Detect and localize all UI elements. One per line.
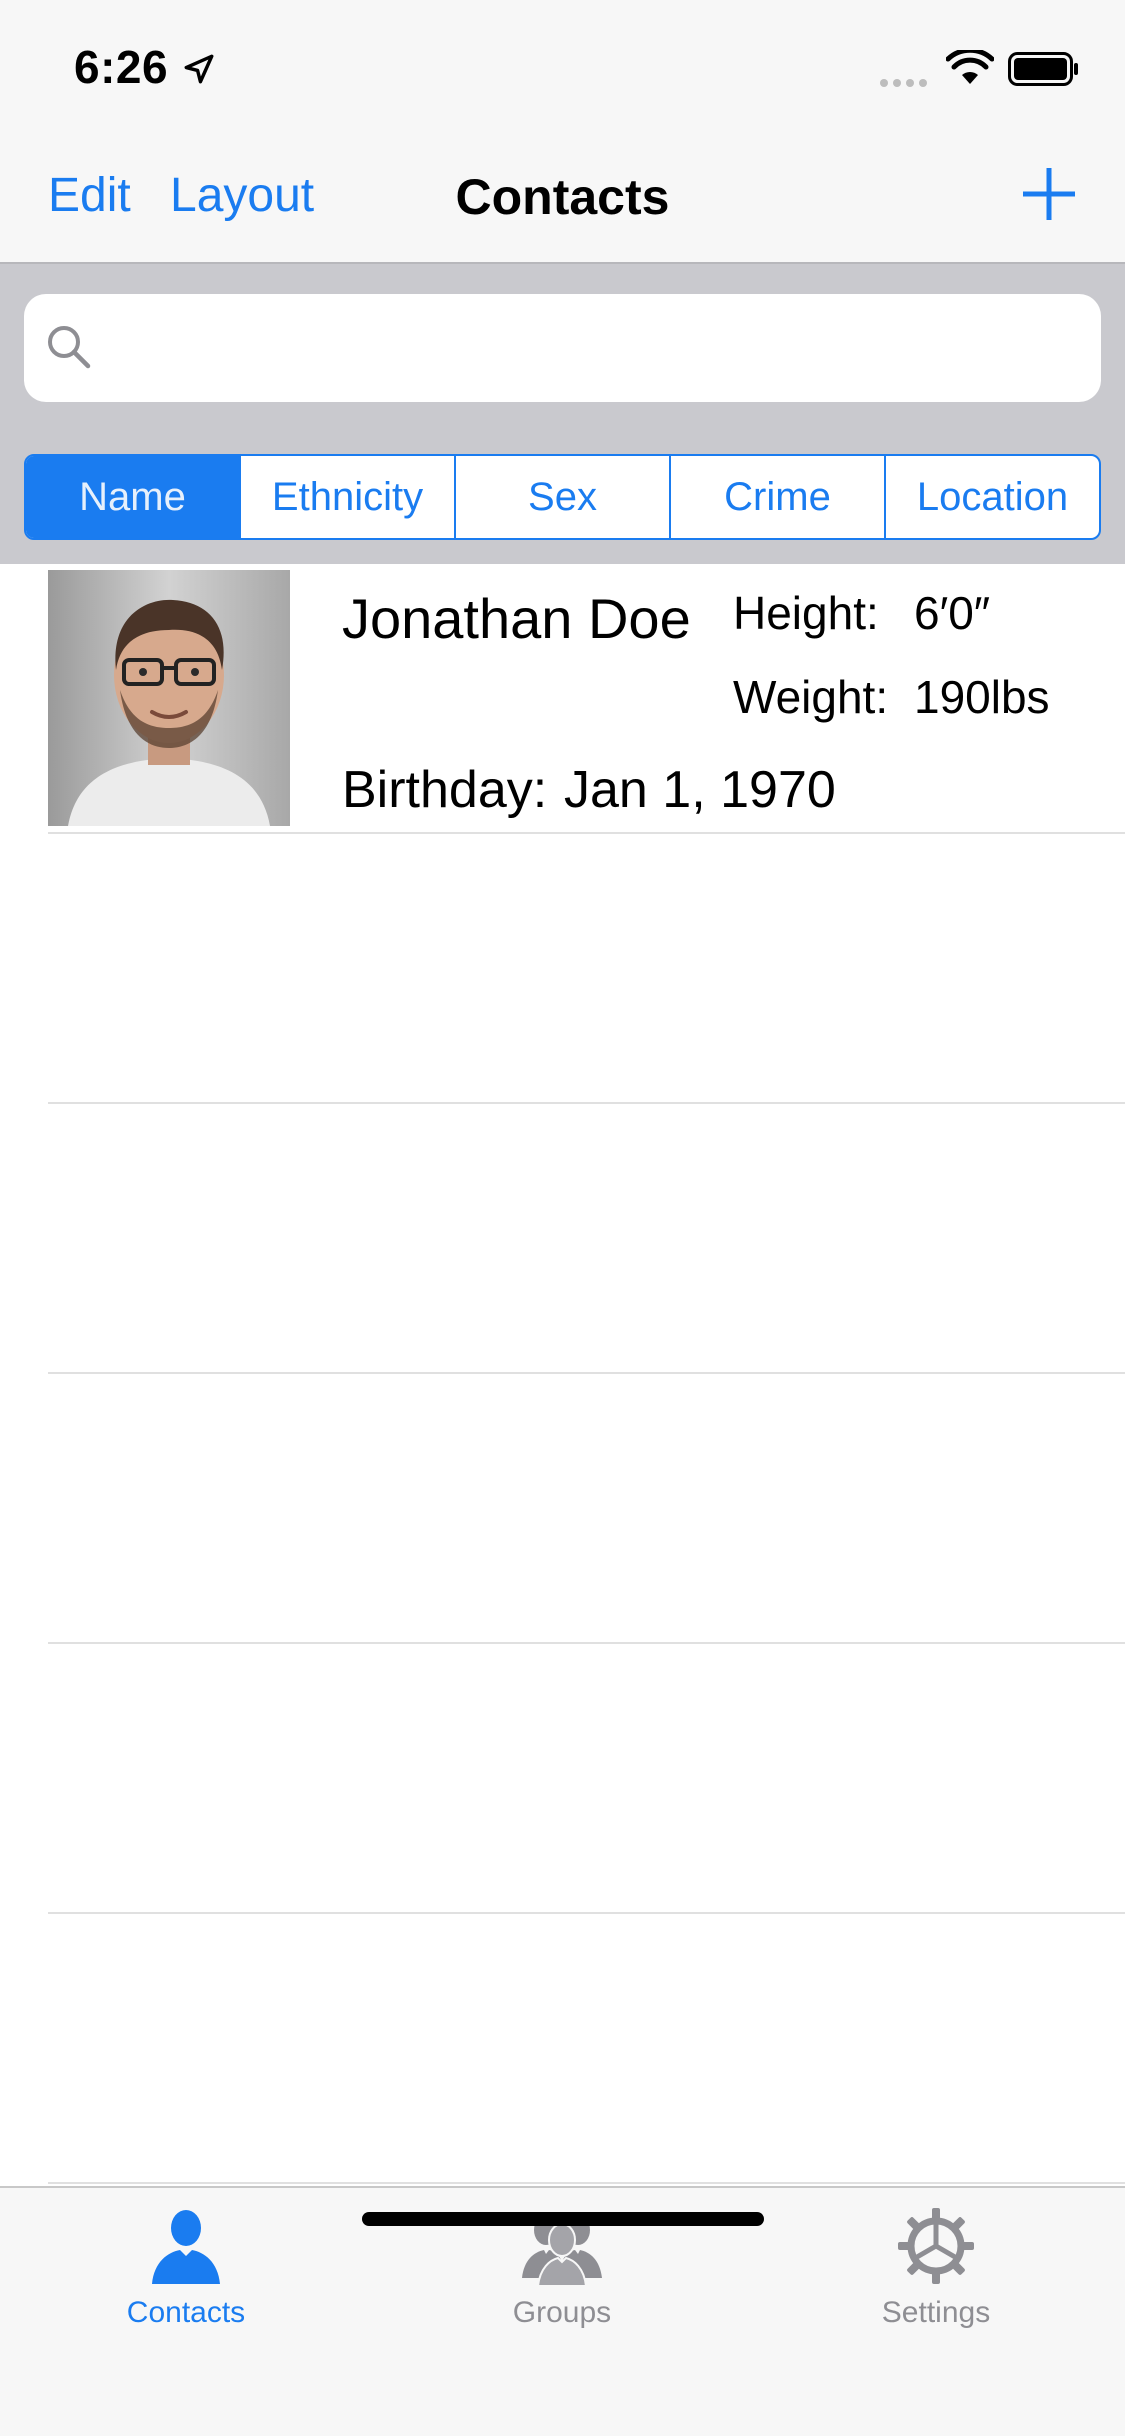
contact-name: Jonathan Doe [342, 587, 691, 650]
segment-name[interactable]: Name [26, 456, 241, 538]
weight-label: Weight: [733, 671, 889, 723]
contact-photo [48, 570, 290, 826]
weight-value: 190lbs [914, 671, 1050, 723]
contact-row[interactable]: Jonathan Doe Height: 6′0″ Weight: 190lbs… [48, 564, 1125, 834]
battery-icon [1008, 52, 1078, 86]
contact-list: Jonathan Doe Height: 6′0″ Weight: 190lbs… [0, 564, 1125, 2184]
gear-icon [898, 2208, 974, 2284]
navigation-bar: Contacts Edit Layout [0, 132, 1125, 264]
tab-contacts[interactable]: Contacts [56, 2206, 316, 2330]
empty-row [48, 834, 1125, 1104]
tab-settings[interactable]: Settings [806, 2206, 1066, 2330]
home-indicator [362, 2212, 764, 2226]
signal-dots-icon [880, 74, 932, 92]
empty-row [48, 1644, 1125, 1914]
search-input[interactable] [24, 294, 1101, 402]
height-label: Height: [733, 587, 879, 639]
status-time: 6:26 [74, 41, 169, 93]
height-value: 6′0″ [914, 587, 991, 639]
birthday-value: Jan 1, 1970 [564, 761, 836, 819]
birthday-label: Birthday: [342, 761, 548, 819]
search-region: Name Ethnicity Sex Crime Location [0, 264, 1125, 564]
status-bar: 6:26 [0, 0, 1125, 132]
tab-label: Groups [512, 2296, 612, 2329]
tab-label: Settings [881, 2296, 991, 2329]
sort-segmented-control: Name Ethnicity Sex Crime Location [24, 454, 1101, 540]
location-arrow-icon [184, 54, 214, 84]
plus-icon[interactable] [1021, 166, 1077, 222]
segment-sex[interactable]: Sex [456, 456, 671, 538]
empty-row [48, 1104, 1125, 1374]
segment-crime[interactable]: Crime [671, 456, 886, 538]
search-icon [48, 326, 91, 369]
edit-button[interactable]: Edit [48, 168, 131, 223]
wifi-icon [946, 50, 994, 84]
layout-button[interactable]: Layout [170, 168, 314, 223]
empty-row [48, 1914, 1125, 2184]
tab-label: Contacts [126, 2296, 246, 2329]
empty-row [48, 1374, 1125, 1644]
segment-ethnicity[interactable]: Ethnicity [241, 456, 456, 538]
segment-location[interactable]: Location [886, 456, 1099, 538]
person-icon [152, 2210, 220, 2284]
page-title: Contacts [455, 169, 670, 225]
